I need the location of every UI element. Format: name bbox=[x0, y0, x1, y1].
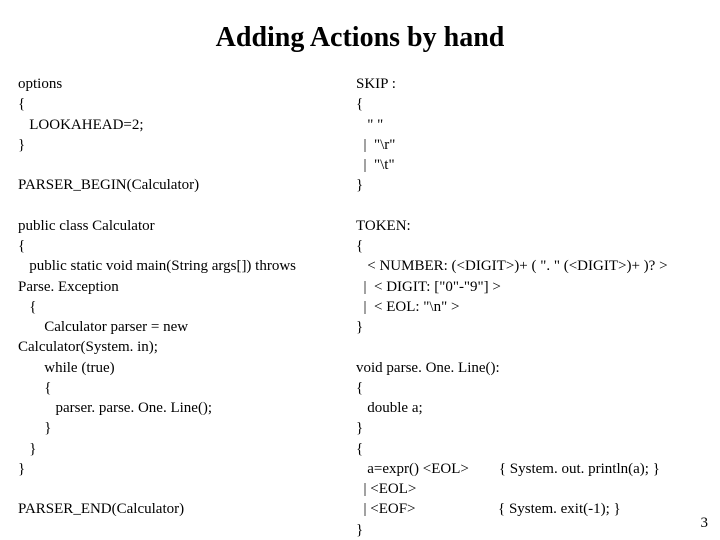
code-left-column: options { LOOKAHEAD=2; } PARSER_BEGIN(Ca… bbox=[18, 74, 356, 540]
content-columns: options { LOOKAHEAD=2; } PARSER_BEGIN(Ca… bbox=[0, 64, 720, 540]
page-number: 3 bbox=[701, 515, 709, 532]
slide-title: Adding Actions by hand bbox=[0, 0, 720, 64]
code-right-column: SKIP : { " " | "\r" | "\t" } TOKEN: { < … bbox=[356, 74, 708, 540]
slide: Adding Actions by hand options { LOOKAHE… bbox=[0, 0, 720, 540]
